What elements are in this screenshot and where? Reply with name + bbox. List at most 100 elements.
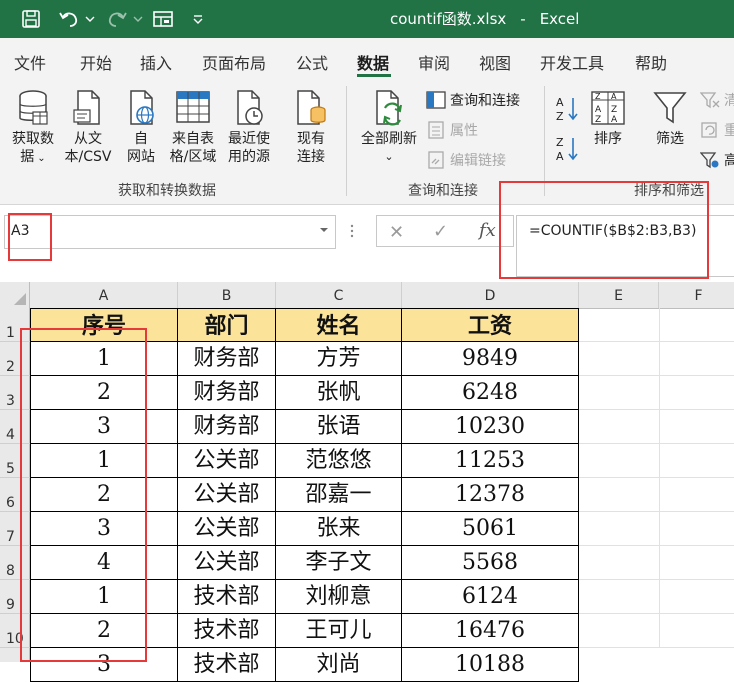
refresh-all-label: 全部刷新 — [361, 131, 417, 147]
save-icon[interactable] — [18, 6, 44, 32]
from-web-label-2: 网站 — [127, 149, 155, 165]
edit-links-button[interactable]: 编辑链接 — [426, 150, 506, 170]
queries-connections-button[interactable]: 查询和连接 — [426, 90, 520, 110]
column-header-e[interactable]: E — [579, 282, 659, 308]
table-cell[interactable]: 5568 — [402, 546, 579, 580]
from-text-label-1: 从文 — [74, 131, 102, 147]
header-cell[interactable]: 工资 — [402, 308, 579, 342]
existing-connections-button[interactable]: 现有 连接 — [288, 88, 334, 166]
table-cell[interactable]: 财务部 — [178, 342, 276, 376]
table-cell[interactable]: 12378 — [402, 478, 579, 512]
tab-file[interactable]: 文件 — [14, 50, 46, 74]
cancel-icon[interactable]: ✕ — [389, 222, 404, 243]
svg-text:Z: Z — [611, 105, 617, 115]
formula-bar-splitter[interactable] — [350, 215, 358, 247]
reapply-filter-icon — [701, 122, 717, 138]
advanced-filter-icon — [700, 152, 719, 169]
sort-descending-button[interactable]: Z A — [552, 134, 582, 169]
table-cell[interactable]: 6248 — [402, 376, 579, 410]
title-separator: - — [520, 10, 526, 28]
form-icon[interactable] — [150, 6, 176, 32]
table-cell[interactable]: 技术部 — [178, 614, 276, 648]
sort-ascending-button[interactable]: A Z — [552, 94, 582, 129]
table-cell[interactable]: 方芳 — [276, 342, 402, 376]
from-table-label-1: 来自表 — [172, 131, 214, 147]
customize-qat-icon[interactable] — [188, 6, 208, 32]
tab-formulas[interactable]: 公式 — [296, 50, 328, 74]
name-box[interactable]: A3 — [4, 215, 336, 249]
tab-home[interactable]: 开始 — [80, 50, 112, 74]
table-cell[interactable]: 财务部 — [178, 376, 276, 410]
table-cell[interactable]: 公关部 — [178, 546, 276, 580]
table-cell[interactable]: 张帆 — [276, 376, 402, 410]
table-cell[interactable]: 邵嘉一 — [276, 478, 402, 512]
column-header-d[interactable]: D — [402, 282, 579, 308]
recent-sources-button[interactable]: 最近使 用的源 — [222, 88, 276, 166]
title-bar: countif函数.xlsx - Excel — [0, 0, 734, 38]
clear-filter-button[interactable]: 清 — [700, 90, 734, 110]
edit-links-icon — [428, 151, 444, 169]
file-name: countif函数.xlsx — [390, 10, 507, 28]
undo-icon[interactable] — [56, 6, 82, 32]
tab-data[interactable]: 数据 — [357, 50, 389, 74]
tab-help[interactable]: 帮助 — [635, 50, 667, 74]
tab-page-layout[interactable]: 页面布局 — [202, 50, 266, 74]
from-table-range-button[interactable]: 来自表 格/区域 — [166, 88, 220, 166]
reapply-filter-button[interactable]: 重 — [700, 120, 734, 140]
table-cell[interactable]: 王可儿 — [276, 614, 402, 648]
header-cell[interactable]: 部门 — [178, 308, 276, 342]
advanced-filter-button[interactable]: 高 — [700, 150, 734, 170]
table-cell[interactable]: 16476 — [402, 614, 579, 648]
properties-button[interactable]: 属性 — [426, 120, 478, 140]
redo-dropdown-icon[interactable] — [132, 6, 144, 32]
tab-review[interactable]: 审阅 — [418, 50, 450, 74]
table-cell[interactable]: 10230 — [402, 410, 579, 444]
table-cell[interactable]: 范悠悠 — [276, 444, 402, 478]
tab-developer[interactable]: 开发工具 — [540, 50, 604, 74]
header-cell[interactable]: 姓名 — [276, 308, 402, 342]
table-cell[interactable]: 公关部 — [178, 512, 276, 546]
table-cell[interactable]: 李子文 — [276, 546, 402, 580]
recent-clock-icon — [237, 90, 263, 125]
table-cell[interactable]: 技术部 — [178, 648, 276, 682]
table-cell[interactable]: 10188 — [402, 648, 579, 682]
table-cell[interactable]: 9849 — [402, 342, 579, 376]
filter-funnel-icon — [653, 92, 687, 124]
column-header-a[interactable]: A — [30, 282, 178, 308]
queries-pane-icon — [426, 91, 446, 109]
enter-icon[interactable]: ✓ — [433, 221, 448, 242]
column-header-b[interactable]: B — [178, 282, 276, 308]
group-queries-label: 查询和连接 — [408, 183, 478, 199]
from-text-csv-button[interactable]: 从文 本/CSV — [60, 88, 116, 166]
column-header-f[interactable]: F — [659, 282, 734, 308]
tab-insert[interactable]: 插入 — [140, 50, 172, 74]
gridline — [579, 511, 734, 512]
column-header-c[interactable]: C — [276, 282, 402, 308]
tab-view[interactable]: 视图 — [479, 50, 511, 74]
filter-button[interactable]: 筛选 — [648, 88, 692, 148]
refresh-all-button[interactable]: 全部刷新 ⌄ — [354, 88, 424, 166]
filter-label: 筛选 — [656, 131, 684, 147]
undo-dropdown-icon[interactable] — [84, 6, 96, 32]
get-data-button[interactable]: 获取数 据 ⌄ — [6, 88, 60, 168]
table-cell[interactable]: 11253 — [402, 444, 579, 478]
table-cell[interactable]: 6124 — [402, 580, 579, 614]
svg-text:A: A — [595, 105, 602, 115]
table-cell[interactable]: 公关部 — [178, 478, 276, 512]
from-text-label-2: 本/CSV — [64, 149, 112, 165]
table-cell[interactable]: 张语 — [276, 410, 402, 444]
chevron-down-icon[interactable] — [319, 226, 329, 234]
table-cell[interactable]: 5061 — [402, 512, 579, 546]
table-cell[interactable]: 刘尚 — [276, 648, 402, 682]
table-cell[interactable]: 技术部 — [178, 580, 276, 614]
table-cell[interactable]: 公关部 — [178, 444, 276, 478]
table-cell[interactable]: 刘柳意 — [276, 580, 402, 614]
select-all-button[interactable] — [0, 282, 30, 308]
insert-function-icon[interactable]: fx — [479, 220, 496, 241]
from-web-button[interactable]: 自 网站 — [118, 88, 164, 166]
table-cell[interactable]: 张来 — [276, 512, 402, 546]
sort-button[interactable]: Z A A Z Z A 排序 — [588, 88, 628, 148]
svg-text:A: A — [611, 115, 618, 125]
table-cell[interactable]: 财务部 — [178, 410, 276, 444]
redo-icon[interactable] — [104, 6, 130, 32]
